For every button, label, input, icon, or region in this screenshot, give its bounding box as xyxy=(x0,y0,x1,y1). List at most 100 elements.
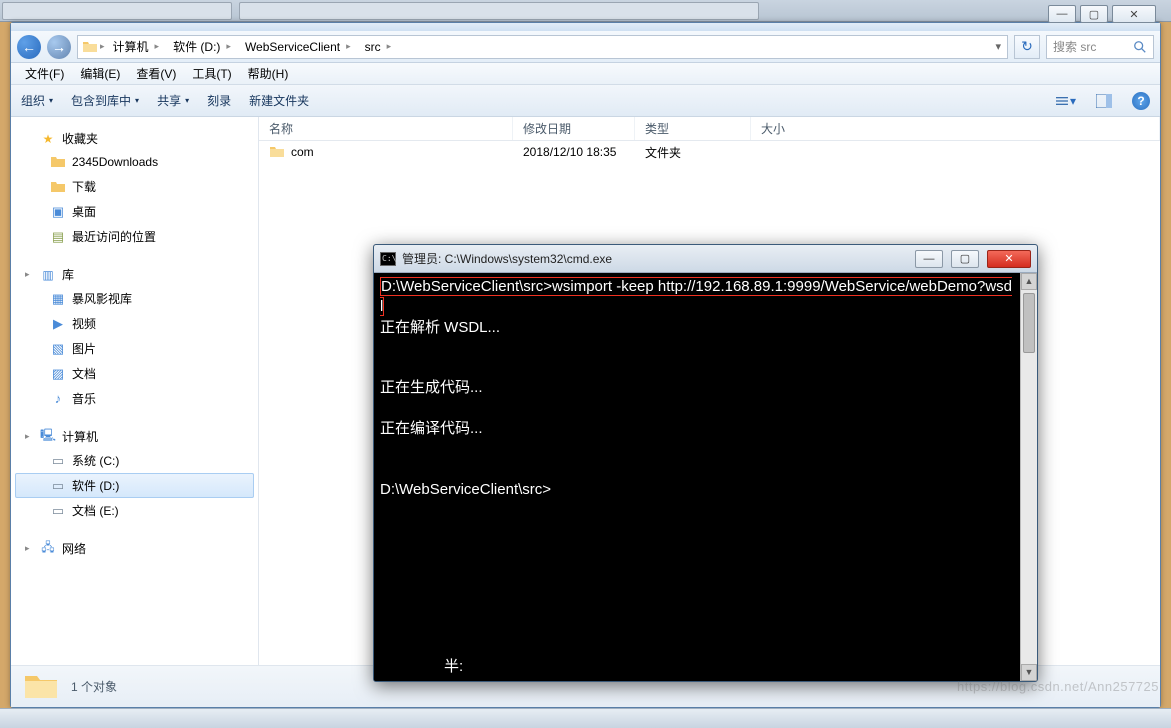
back-button[interactable]: ← xyxy=(17,35,41,59)
menu-bar: 文件(F) 编辑(E) 查看(V) 工具(T) 帮助(H) xyxy=(11,63,1160,85)
tool-share[interactable]: 共享▾ xyxy=(157,92,189,109)
folder-icon xyxy=(269,144,285,160)
tool-burn[interactable]: 刻录 xyxy=(207,92,231,109)
drive-icon: ▭ xyxy=(50,453,66,469)
sidebar-head-libraries[interactable]: ▸▥库 xyxy=(15,263,254,286)
breadcrumb-sep: ▸ xyxy=(98,41,107,52)
tool-organize[interactable]: 组织▾ xyxy=(21,92,53,109)
host-taskbar-bottom xyxy=(0,708,1171,728)
cmd-scrollbar[interactable]: ▲ ▼ xyxy=(1020,273,1037,681)
recent-icon: ▤ xyxy=(50,229,66,245)
sidebar-libraries: ▸▥库 ▦暴风影视库 ▶视频 ▧图片 ▨文档 ♪音乐 xyxy=(15,263,254,411)
col-type[interactable]: 类型 xyxy=(635,117,751,140)
column-headers: 名称 修改日期 类型 大小 xyxy=(259,117,1160,141)
sidebar-head-favorites[interactable]: ★收藏夹 xyxy=(15,127,254,150)
cmd-maximize-button[interactable]: ▢ xyxy=(951,250,979,268)
sidebar-item-2345downloads[interactable]: 2345Downloads xyxy=(15,150,254,174)
sidebar-head-network[interactable]: ▸🖧网络 xyxy=(15,537,254,560)
sidebar-item-drive-c[interactable]: ▭系统 (C:) xyxy=(15,448,254,473)
sidebar-computer: ▸🖳计算机 ▭系统 (C:) ▭软件 (D:) ▭文档 (E:) xyxy=(15,425,254,523)
star-icon: ★ xyxy=(40,131,56,147)
cmd-text: D:\WebServiceClient\src>wsimport -keep h… xyxy=(374,273,1020,681)
file-date: 2018/12/10 18:35 xyxy=(513,145,635,159)
cmd-title-text: 管理员: C:\Windows\system32\cmd.exe xyxy=(402,250,612,267)
preview-pane-button[interactable] xyxy=(1094,91,1114,111)
scroll-down-button[interactable]: ▼ xyxy=(1021,664,1037,681)
picture-icon: ▧ xyxy=(50,341,66,357)
breadcrumb-seg-computer[interactable]: 计算机▸ xyxy=(107,36,168,58)
folder-icon xyxy=(50,179,66,195)
breadcrumb-seg-src[interactable]: src▸ xyxy=(359,36,400,58)
breadcrumb-label: 软件 (D:) xyxy=(173,38,220,55)
tool-newfolder[interactable]: 新建文件夹 xyxy=(249,92,309,109)
music-icon: ♪ xyxy=(50,391,66,407)
sidebar-item-videos[interactable]: ▶视频 xyxy=(15,311,254,336)
breadcrumb[interactable]: ▸ 计算机▸ 软件 (D:)▸ WebServiceClient▸ src▸ ▾ xyxy=(77,35,1008,59)
cmd-output[interactable]: D:\WebServiceClient\src>wsimport -keep h… xyxy=(374,273,1037,681)
file-type: 文件夹 xyxy=(635,144,751,161)
folder-icon xyxy=(82,39,98,55)
video-lib-icon: ▦ xyxy=(50,291,66,307)
col-size[interactable]: 大小 xyxy=(751,117,1160,140)
sidebar-item-desktop[interactable]: ▣桌面 xyxy=(15,199,254,224)
breadcrumb-label: src xyxy=(365,40,381,54)
menu-tools[interactable]: 工具(T) xyxy=(186,63,237,84)
forward-button[interactable]: → xyxy=(47,35,71,59)
cmd-titlebar[interactable]: 管理员: C:\Windows\system32\cmd.exe — ▢ ✕ xyxy=(374,245,1037,273)
breadcrumb-seg-drive[interactable]: 软件 (D:)▸ xyxy=(167,36,239,58)
menu-help[interactable]: 帮助(H) xyxy=(242,63,295,84)
sidebar-item-downloads[interactable]: 下载 xyxy=(15,174,254,199)
drive-icon: ▭ xyxy=(50,478,66,494)
sidebar: ★收藏夹 2345Downloads 下载 ▣桌面 ▤最近访问的位置 ▸▥库 ▦… xyxy=(11,117,259,665)
file-name: com xyxy=(291,145,314,159)
sidebar-head-computer[interactable]: ▸🖳计算机 xyxy=(15,425,254,448)
cmd-minimize-button[interactable]: — xyxy=(915,250,943,268)
sidebar-item-music[interactable]: ♪音乐 xyxy=(15,386,254,411)
file-row[interactable]: com 2018/12/10 18:35 文件夹 xyxy=(259,141,1160,163)
scroll-up-button[interactable]: ▲ xyxy=(1021,273,1037,290)
menu-file[interactable]: 文件(F) xyxy=(19,63,70,84)
breadcrumb-label: 计算机 xyxy=(113,38,149,55)
computer-icon: 🖳 xyxy=(40,429,56,445)
titlebar[interactable] xyxy=(11,23,1160,31)
sidebar-item-drive-d[interactable]: ▭软件 (D:) xyxy=(15,473,254,498)
nav-bar: ← → ▸ 计算机▸ 软件 (D:)▸ WebServiceClient▸ sr… xyxy=(11,31,1160,63)
sidebar-network: ▸🖧网络 xyxy=(15,537,254,560)
sidebar-item-recent[interactable]: ▤最近访问的位置 xyxy=(15,224,254,249)
sidebar-item-baofeng[interactable]: ▦暴风影视库 xyxy=(15,286,254,311)
window-controls: — ▢ ✕ xyxy=(1048,5,1156,23)
network-icon: 🖧 xyxy=(40,541,56,557)
taskbar-slot xyxy=(239,2,759,20)
breadcrumb-label: WebServiceClient xyxy=(245,40,340,54)
toolbar: 组织▾ 包含到库中▾ 共享▾ 刻录 新建文件夹 ▾ ? xyxy=(11,85,1160,117)
breadcrumb-dropdown[interactable]: ▾ xyxy=(993,40,1003,53)
sidebar-item-drive-e[interactable]: ▭文档 (E:) xyxy=(15,498,254,523)
cmd-icon xyxy=(380,252,396,266)
close-button[interactable]: ✕ xyxy=(1112,5,1156,23)
refresh-button[interactable]: ↻ xyxy=(1014,35,1040,59)
col-date[interactable]: 修改日期 xyxy=(513,117,635,140)
folder-icon xyxy=(23,669,59,705)
help-button[interactable]: ? xyxy=(1132,92,1150,110)
sidebar-item-documents[interactable]: ▨文档 xyxy=(15,361,254,386)
maximize-button[interactable]: ▢ xyxy=(1080,5,1108,23)
video-icon: ▶ xyxy=(50,316,66,332)
search-icon xyxy=(1133,40,1147,54)
drive-icon: ▭ xyxy=(50,503,66,519)
scroll-thumb[interactable] xyxy=(1023,293,1035,353)
desktop-icon: ▣ xyxy=(50,204,66,220)
menu-view[interactable]: 查看(V) xyxy=(130,63,182,84)
status-text: 1 个对象 xyxy=(71,678,117,695)
minimize-button[interactable]: — xyxy=(1048,5,1076,23)
sidebar-favorites: ★收藏夹 2345Downloads 下载 ▣桌面 ▤最近访问的位置 xyxy=(15,127,254,249)
view-mode-button[interactable]: ▾ xyxy=(1056,91,1076,111)
col-name[interactable]: 名称 xyxy=(259,117,513,140)
sidebar-item-pictures[interactable]: ▧图片 xyxy=(15,336,254,361)
search-box[interactable]: 搜索 src xyxy=(1046,35,1154,59)
document-icon: ▨ xyxy=(50,366,66,382)
tool-include[interactable]: 包含到库中▾ xyxy=(71,92,139,109)
breadcrumb-seg-project[interactable]: WebServiceClient▸ xyxy=(239,36,359,58)
menu-edit[interactable]: 编辑(E) xyxy=(74,63,126,84)
cmd-window: 管理员: C:\Windows\system32\cmd.exe — ▢ ✕ D… xyxy=(373,244,1038,682)
cmd-close-button[interactable]: ✕ xyxy=(987,250,1031,268)
